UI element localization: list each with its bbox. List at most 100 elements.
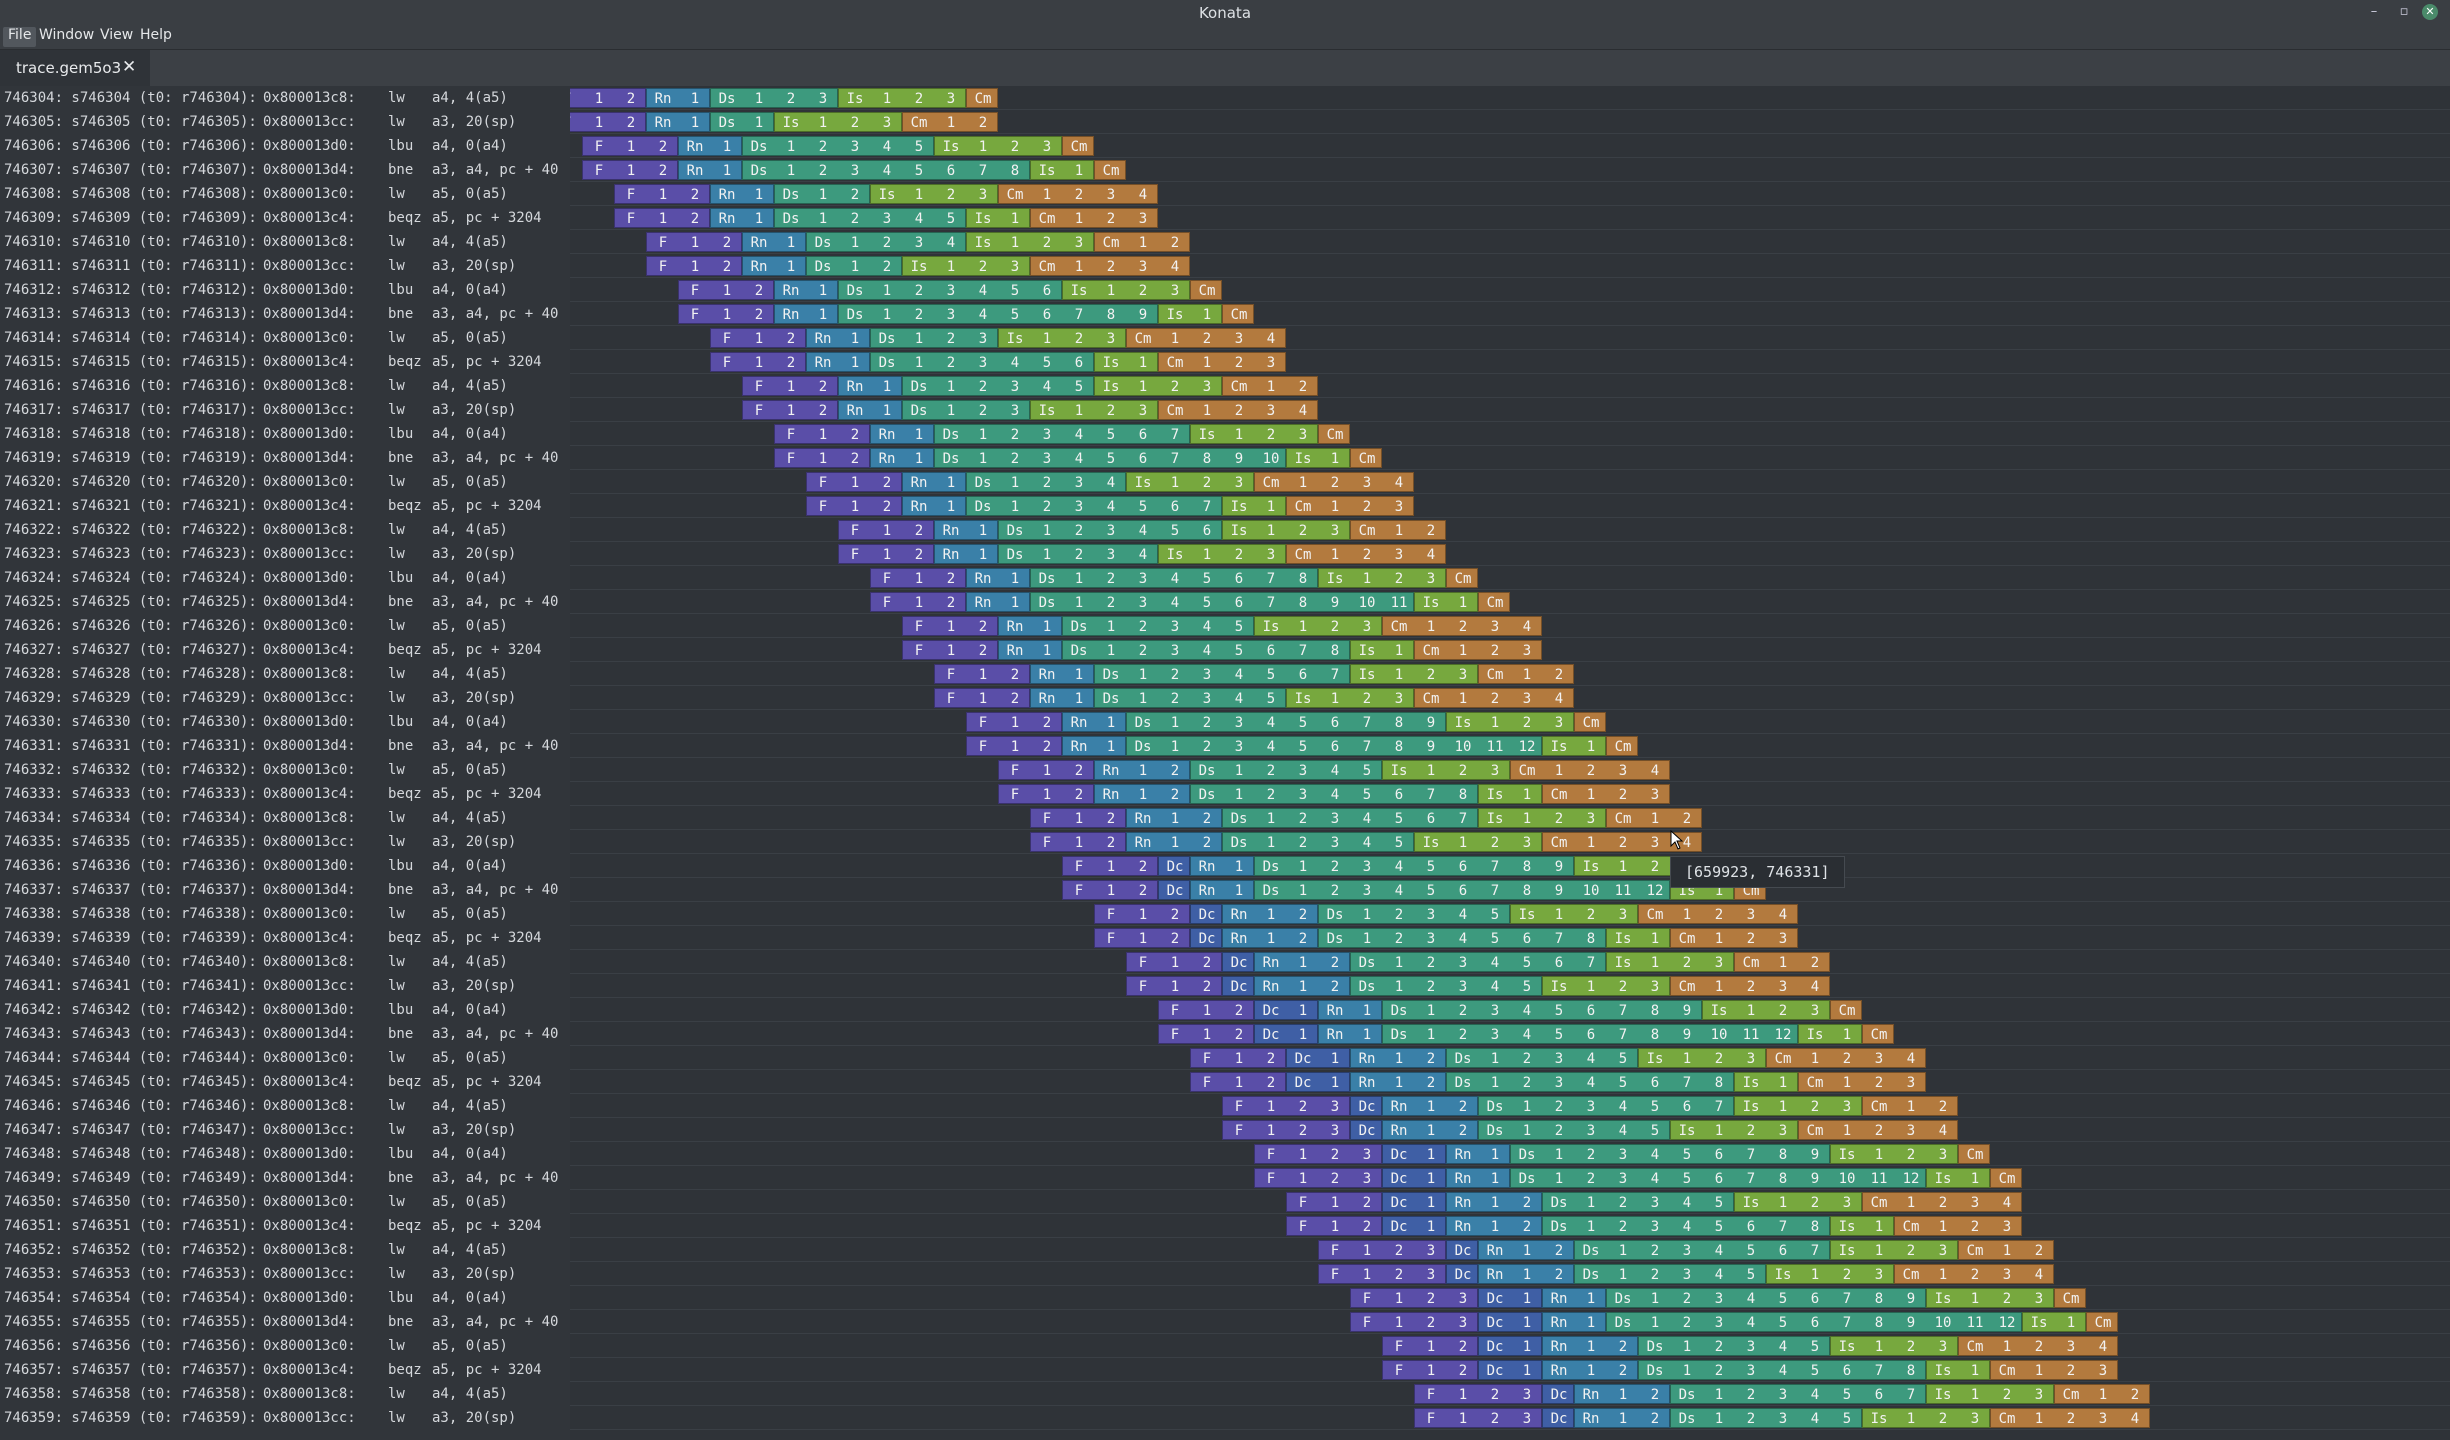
stage-is[interactable]: Is123 <box>902 256 1030 276</box>
stage-rn[interactable]: Rn 1 2 <box>1478 1264 1574 1284</box>
stage-cm[interactable]: Cm 1 2 3 <box>1542 784 1670 804</box>
stage-ds[interactable]: Ds 1 2 3 4 5 6 <box>870 352 1094 372</box>
menu-file[interactable]: File <box>3 27 37 47</box>
stage-f[interactable]: F12 <box>1190 1072 1286 1092</box>
instruction-row[interactable]: 746319: s746319 (t0: r746319): 0x800013d4… <box>0 446 570 470</box>
stage-ds[interactable]: Ds 1 2 3 4 5 6 7 8 9 <box>1382 1000 1702 1020</box>
stage-cm[interactable]: Cm 1 2 3 <box>1670 928 1798 948</box>
stage-is[interactable]: Is123 <box>1926 1288 2054 1308</box>
stage-dc[interactable]: Dc 1 <box>1478 1360 1542 1380</box>
stage-cm[interactable]: Cm 1 2 3 4 <box>1510 760 1670 780</box>
stage-rn[interactable]: Rn 1 <box>1542 1288 1606 1308</box>
stage-f[interactable]: F12 <box>966 712 1062 732</box>
pipeline-row[interactable]: F 1 2 Dc Rn 1 2 Ds 1 2 3 4 5 6 7 Is 1 2 3 Cm 1 2 <box>570 950 2450 974</box>
stage-ds[interactable]: Ds 1 2 3 4 5 6 7 8 9 10 <box>934 448 1286 468</box>
stage-ds[interactable]: Ds 1 2 3 4 5 <box>1062 616 1254 636</box>
stage-ds[interactable]: Ds 1 2 3 4 5 6 7 <box>966 496 1222 516</box>
stage-dc[interactable]: Dc 1 <box>1478 1288 1542 1308</box>
stage-ds[interactable]: Ds 1 2 3 4 5 6 7 8 9 10 11 12 <box>1126 736 1542 756</box>
stage-ds[interactable]: Ds 1 2 3 4 5 6 7 <box>1574 1240 1830 1260</box>
stage-rn[interactable]: Rn 1 <box>1318 1000 1382 1020</box>
instruction-row[interactable]: 746324: s746324 (t0: r746324): 0x800013d0… <box>0 566 570 590</box>
stage-ds[interactable]: Ds 1 2 3 4 5 6 7 <box>1222 808 1478 828</box>
instruction-row[interactable]: 746307: s746307 (t0: r746307): 0x800013d4… <box>0 158 570 182</box>
stage-rn[interactable]: Rn 1 <box>1190 856 1254 876</box>
stage-f[interactable]: F12 <box>838 520 934 540</box>
stage-cm[interactable]: Cm 1 2 <box>1862 1096 1958 1116</box>
stage-f[interactable]: F12 <box>710 352 806 372</box>
stage-is[interactable]: Is123 <box>1158 544 1286 564</box>
stage-is[interactable]: Is123 <box>1542 976 1670 996</box>
stage-is[interactable]: Is123 <box>1350 664 1478 684</box>
stage-dc[interactable]: Dc 1 <box>1382 1168 1446 1188</box>
stage-f[interactable]: F12 <box>902 640 998 660</box>
pipeline-row[interactable]: F 1 2 Rn 1 Ds 1 2 3 Is 1 2 3 Cm 1 2 3 4 <box>570 326 2450 350</box>
stage-f[interactable]: F12 <box>1126 952 1222 972</box>
stage-rn[interactable]: Rn 1 2 <box>1574 1384 1670 1404</box>
stage-f[interactable]: F12 <box>1158 1024 1254 1044</box>
stage-dc[interactable]: Dc 1 <box>1382 1216 1446 1236</box>
stage-dc[interactable]: Dc <box>1222 976 1254 996</box>
instruction-row[interactable]: 746359: s746359 (t0: r746359): 0x800013cc… <box>0 1406 570 1430</box>
stage-is[interactable]: Is 1 <box>1286 448 1350 468</box>
pipeline-row[interactable]: F 1 2 Rn 1 Ds 1 2 3 4 5 6 7 Is 1 2 3 Cm 1 2 <box>570 662 2450 686</box>
stage-f[interactable]: F123 <box>1414 1408 1542 1428</box>
stage-ds[interactable]: Ds 1 2 3 4 5 <box>774 208 966 228</box>
stage-cm[interactable]: Cm 1 2 <box>1606 808 1702 828</box>
stage-ds[interactable]: Ds 1 2 3 <box>710 88 838 108</box>
instruction-row[interactable]: 746311: s746311 (t0: r746311): 0x800013cc… <box>0 254 570 278</box>
tab-trace[interactable]: trace.gem5o3 ✕ <box>0 50 150 86</box>
stage-f[interactable]: F12 <box>646 256 742 276</box>
instruction-row[interactable]: 746345: s746345 (t0: r746345): 0x800013c4… <box>0 1070 570 1094</box>
stage-f[interactable]: F12 <box>742 400 838 420</box>
pipeline-row[interactable]: F 1 2 3 Dc Rn 1 2 Ds 1 2 3 4 5 6 7 Is 1 2 3 Cm 1 2 <box>570 1238 2450 1262</box>
instruction-row[interactable]: 746308: s746308 (t0: r746308): 0x800013c0… <box>0 182 570 206</box>
instruction-row[interactable]: 746344: s746344 (t0: r746344): 0x800013c0… <box>0 1046 570 1070</box>
pipeline-row[interactable]: F 1 2 Rn 1 Ds 1 2 3 4 5 Is 1 2 3 Cm 1 2 <box>570 374 2450 398</box>
stage-is[interactable]: Is 1 <box>1414 592 1478 612</box>
stage-f[interactable]: F12 <box>1126 976 1222 996</box>
stage-is[interactable]: Is123 <box>1254 616 1382 636</box>
menu-window[interactable]: Window <box>34 27 99 47</box>
instruction-row[interactable]: 746305: s746305 (t0: r746305): 0x800013cc… <box>0 110 570 134</box>
stage-is[interactable]: Is 1 <box>1030 160 1094 180</box>
stage-is[interactable]: Is123 <box>998 328 1126 348</box>
stage-rn[interactable]: Rn 1 <box>1030 688 1094 708</box>
stage-f[interactable]: F12 <box>1286 1216 1382 1236</box>
stage-rn[interactable]: Rn 1 2 <box>1542 1336 1638 1356</box>
instruction-row[interactable]: 746326: s746326 (t0: r746326): 0x800013c0… <box>0 614 570 638</box>
stage-f[interactable]: F12 <box>710 328 806 348</box>
stage-f[interactable]: F12 <box>902 616 998 636</box>
stage-f[interactable]: F12 <box>966 736 1062 756</box>
stage-rn[interactable]: Rn 1 2 <box>1222 928 1318 948</box>
stage-is[interactable]: Is123 <box>1190 424 1318 444</box>
pipeline-row[interactable]: F 1 2 3 Dc Rn 1 2 Ds 1 2 3 4 5 6 7 Is 1 2 3 Cm 1 2 <box>570 1382 2450 1406</box>
stage-rn[interactable]: Rn 1 <box>966 568 1030 588</box>
stage-ds[interactable]: Ds 1 2 3 4 5 <box>1638 1336 1830 1356</box>
stage-is[interactable]: Is123 <box>1862 1408 1990 1428</box>
stage-rn[interactable]: Rn 1 <box>838 400 902 420</box>
stage-is[interactable]: Is123 <box>1926 1384 2054 1404</box>
stage-is[interactable]: Is123 <box>1126 472 1254 492</box>
menu-help[interactable]: Help <box>135 27 177 47</box>
instruction-row[interactable]: 746355: s746355 (t0: r746355): 0x800013d4… <box>0 1310 570 1334</box>
instruction-row[interactable]: 746315: s746315 (t0: r746315): 0x800013c4… <box>0 350 570 374</box>
pipeline-row[interactable]: F 1 2 Rn 1 Ds 1 2 Is 1 2 3 Cm 1 2 3 4 <box>570 254 2450 278</box>
pipeline-row[interactable]: F 1 2 Rn 1 Ds 1 2 3 4 Is 1 2 3 Cm 1 2 3 4 <box>570 470 2450 494</box>
stage-is[interactable]: Is 1 <box>1158 304 1222 324</box>
stage-dc[interactable]: Dc 1 <box>1478 1336 1542 1356</box>
stage-rn[interactable]: Rn 1 2 <box>1126 832 1222 852</box>
stage-cm[interactable]: Cm 1 2 3 4 <box>1958 1336 2118 1356</box>
stage-cm[interactable]: Cm <box>1318 424 1350 444</box>
pipeline-row[interactable]: F 1 2 Rn 1 Ds 1 2 3 4 5 6 7 Is 1 Cm 1 2 3 <box>570 494 2450 518</box>
stage-ds[interactable]: Ds 1 2 3 4 5 6 7 <box>1478 1096 1734 1116</box>
stage-dc[interactable]: Dc <box>1158 856 1190 876</box>
instruction-row[interactable]: 746340: s746340 (t0: r746340): 0x800013c8… <box>0 950 570 974</box>
stage-ds[interactable]: Ds 1 2 3 4 5 6 7 <box>934 424 1190 444</box>
stage-is[interactable]: Is123 <box>1318 568 1446 588</box>
instruction-row[interactable]: 746312: s746312 (t0: r746312): 0x800013d0… <box>0 278 570 302</box>
stage-rn[interactable]: Rn 1 <box>966 592 1030 612</box>
stage-f[interactable]: F12 <box>870 592 966 612</box>
stage-ds[interactable]: Ds 1 2 3 4 5 6 7 8 <box>742 160 1030 180</box>
stage-f[interactable]: F12 <box>1382 1360 1478 1380</box>
